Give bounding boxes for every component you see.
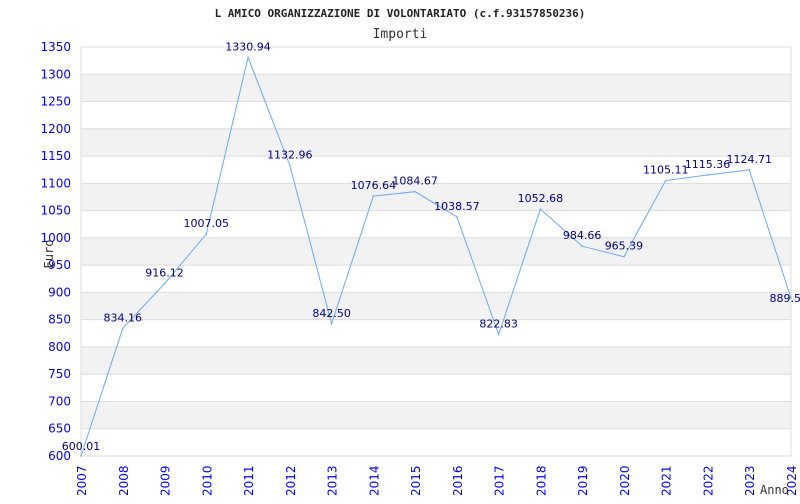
data-label: 984.66 — [563, 229, 602, 242]
y-tick-label: 850 — [48, 313, 71, 327]
y-tick-label: 750 — [48, 367, 71, 381]
x-tick-label: 2014 — [367, 465, 381, 496]
data-point — [205, 233, 207, 235]
data-label: 1115.36 — [685, 158, 731, 171]
x-tick-label: 2007 — [75, 465, 89, 496]
data-label: 600.01 — [62, 440, 101, 453]
x-tick-label: 2008 — [117, 465, 131, 496]
x-tick-label: 2021 — [660, 465, 674, 496]
data-point — [331, 323, 333, 325]
data-label: 1132.96 — [267, 148, 313, 161]
data-point — [748, 169, 750, 171]
data-point — [373, 195, 375, 197]
data-label: 1052.68 — [518, 192, 564, 205]
data-label: 1330.94 — [225, 40, 271, 53]
x-tick-label: 2018 — [534, 465, 548, 496]
grid-band — [81, 74, 791, 101]
grid-band — [81, 238, 791, 265]
data-label: 889.5 — [770, 292, 800, 305]
data-label: 842.50 — [312, 307, 351, 320]
data-label: 1105.11 — [643, 164, 689, 177]
data-point — [164, 283, 166, 285]
data-label: 916.12 — [145, 267, 184, 280]
grid-band — [81, 292, 791, 319]
data-label: 822.83 — [479, 317, 518, 330]
x-tick-label: 2017 — [493, 465, 507, 496]
x-tick-label: 2009 — [159, 465, 173, 496]
data-point — [456, 216, 458, 218]
data-point — [414, 191, 416, 193]
x-tick-label: 2016 — [451, 465, 465, 496]
x-tick-label: 2013 — [326, 465, 340, 496]
data-label: 1084.67 — [392, 175, 438, 188]
y-tick-label: 1050 — [40, 204, 71, 218]
data-point — [289, 165, 291, 167]
data-point — [122, 328, 124, 330]
data-point — [707, 174, 709, 176]
y-tick-label: 1200 — [40, 122, 71, 136]
data-label: 834.16 — [104, 311, 143, 324]
y-tick-label: 1100 — [40, 176, 71, 190]
grid-band — [81, 347, 791, 374]
y-tick-label: 1150 — [40, 149, 71, 163]
x-tick-label: 2011 — [242, 465, 256, 496]
y-tick-label: 800 — [48, 340, 71, 354]
line-chart: L AMICO ORGANIZZAZIONE DI VOLONTARIATO (… — [0, 0, 800, 500]
grid-band — [81, 129, 791, 156]
data-point — [247, 57, 249, 59]
x-tick-label: 2015 — [409, 465, 423, 496]
data-point — [498, 334, 500, 336]
chart-subtitle: Importi — [373, 27, 428, 42]
y-tick-label: 900 — [48, 285, 71, 299]
data-point — [540, 208, 542, 210]
y-axis-label: Euro — [42, 240, 56, 269]
x-tick-label: 2019 — [576, 465, 590, 496]
data-point — [665, 180, 667, 182]
x-tick-label: 2020 — [618, 465, 632, 496]
data-label: 965.39 — [605, 240, 644, 253]
y-tick-label: 650 — [48, 422, 71, 436]
x-axis-label: Anno — [760, 483, 789, 497]
x-tick-label: 2022 — [701, 465, 715, 496]
x-tick-label: 2023 — [743, 465, 757, 496]
data-point — [80, 455, 82, 457]
data-label: 1038.57 — [434, 200, 480, 213]
chart-title: L AMICO ORGANIZZAZIONE DI VOLONTARIATO (… — [215, 7, 586, 20]
y-tick-label: 1350 — [40, 40, 71, 54]
x-tick-label: 2010 — [200, 465, 214, 496]
data-label: 1124.71 — [726, 153, 772, 166]
x-tick-label: 2012 — [284, 465, 298, 496]
data-label: 1076.64 — [351, 179, 397, 192]
data-label: 1007.05 — [184, 217, 230, 230]
grid-band — [81, 401, 791, 428]
chart-container: L AMICO ORGANIZZAZIONE DI VOLONTARIATO (… — [0, 0, 800, 500]
data-point — [623, 256, 625, 258]
y-tick-label: 700 — [48, 394, 71, 408]
y-tick-label: 1300 — [40, 67, 71, 81]
data-point — [581, 245, 583, 247]
y-tick-label: 1250 — [40, 95, 71, 109]
